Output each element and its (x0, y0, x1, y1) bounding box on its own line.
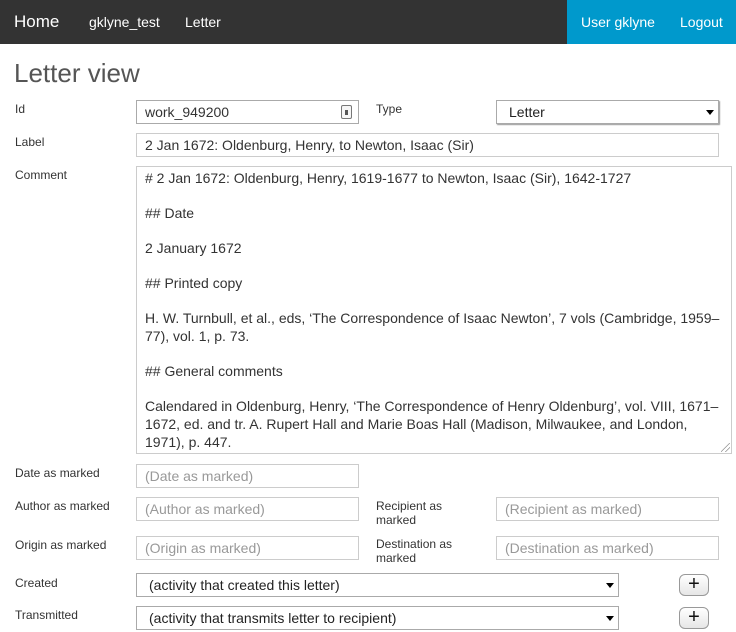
recipient-as-marked-placeholder: (Recipient as marked) (505, 501, 642, 517)
resize-handle-icon[interactable] (721, 443, 730, 452)
type-select[interactable]: Letter (496, 100, 719, 124)
origin-as-marked-placeholder: (Origin as marked) (145, 540, 261, 556)
date-as-marked-label: Date as marked (15, 466, 100, 480)
chevron-down-icon (605, 580, 615, 590)
destination-as-marked-label-line2: marked (376, 551, 417, 565)
created-label: Created (15, 576, 58, 590)
label-label: Label (15, 135, 45, 149)
add-created-button[interactable]: + (679, 574, 709, 596)
comment-paragraph: H. W. Turnbull, et al., eds, ‘The Corres… (145, 310, 720, 344)
nav-logout-link[interactable]: Logout (680, 0, 723, 44)
add-transmitted-button[interactable]: + (679, 607, 709, 629)
recipient-as-marked-label-line2: marked (376, 513, 417, 527)
author-as-marked-label: Author as marked (15, 499, 110, 513)
origin-as-marked-field[interactable]: (Origin as marked) (136, 536, 359, 560)
author-as-marked-placeholder: (Author as marked) (145, 501, 265, 517)
label-value: 2 Jan 1672: Oldenburg, Henry, to Newton,… (145, 137, 474, 153)
comment-paragraph: 2 January 1672 (145, 240, 242, 256)
destination-as-marked-placeholder: (Destination as marked) (505, 540, 654, 556)
page-title: Letter view (14, 58, 140, 88)
id-value: work_949200 (145, 104, 230, 120)
comment-paragraph: Calendared in Oldenburg, Henry, ‘The Cor… (145, 398, 719, 450)
origin-as-marked-label: Origin as marked (15, 538, 107, 552)
chevron-down-icon (705, 107, 715, 117)
type-label: Type (376, 102, 403, 116)
nav-home-link[interactable]: Home (14, 0, 59, 44)
date-as-marked-field[interactable]: (Date as marked) (136, 464, 359, 488)
comment-paragraph: ## Printed copy (145, 275, 243, 291)
type-value: Letter (509, 104, 545, 120)
top-navbar: Home gklyne_test Letter User gklyne Logo… (0, 0, 736, 44)
label-field[interactable]: 2 Jan 1672: Oldenburg, Henry, to Newton,… (136, 133, 719, 157)
destination-as-marked-field[interactable]: (Destination as marked) (496, 536, 719, 560)
chevron-down-icon (605, 613, 615, 623)
created-select[interactable]: (activity that created this letter) (136, 573, 619, 597)
transmitted-select[interactable]: (activity that transmits letter to recip… (136, 606, 619, 630)
author-as-marked-field[interactable]: (Author as marked) (136, 497, 359, 521)
id-field[interactable]: work_949200 (136, 100, 359, 124)
recipient-as-marked-label-line1: Recipient as (376, 499, 443, 513)
created-value: (activity that created this letter) (149, 577, 340, 593)
id-keygen-icon[interactable] (341, 105, 352, 119)
date-as-marked-placeholder: (Date as marked) (145, 468, 254, 484)
id-label: Id (15, 102, 26, 116)
comment-textarea[interactable]: # 2 Jan 1672: Oldenburg, Henry, 1619-167… (136, 166, 732, 454)
destination-as-marked-label-line1: Destination as (376, 537, 453, 551)
comment-label: Comment (15, 168, 68, 182)
nav-letter-link[interactable]: Letter (185, 0, 221, 44)
nav-user-link[interactable]: User gklyne (581, 0, 655, 44)
transmitted-label: Transmitted (15, 608, 78, 622)
recipient-as-marked-field[interactable]: (Recipient as marked) (496, 497, 719, 521)
comment-paragraph: ## Date (145, 205, 195, 221)
comment-paragraph: ## General comments (145, 363, 283, 379)
transmitted-value: (activity that transmits letter to recip… (149, 610, 397, 626)
nav-collection-link[interactable]: gklyne_test (89, 0, 160, 44)
comment-paragraph: # 2 Jan 1672: Oldenburg, Henry, 1619-167… (145, 170, 632, 186)
